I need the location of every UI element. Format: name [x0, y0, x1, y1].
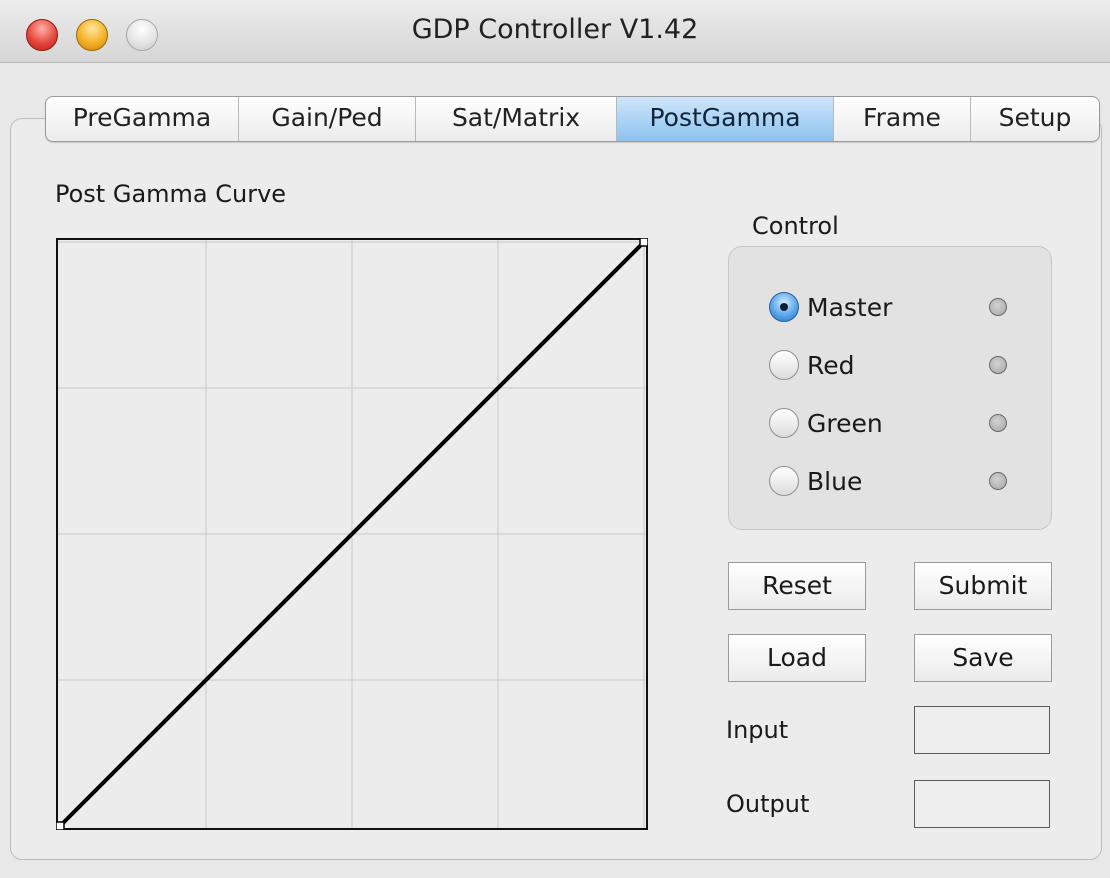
radio-master[interactable]: Master [769, 287, 1029, 327]
radio-red[interactable]: Red [769, 345, 1029, 385]
input-field[interactable] [914, 706, 1050, 754]
tab-setup[interactable]: Setup [971, 97, 1099, 141]
radio-button-master[interactable] [769, 292, 799, 322]
gamma-curve-plot[interactable] [56, 238, 648, 830]
submit-button[interactable]: Submit [914, 562, 1052, 610]
radio-button-blue[interactable] [769, 466, 799, 496]
curve-control-point [639, 238, 648, 247]
tab-bar: PreGamma Gain/Ped Sat/Matrix PostGamma F… [45, 96, 1100, 142]
load-button[interactable]: Load [728, 634, 866, 682]
red-indicator-led [989, 356, 1007, 374]
tab-postgamma[interactable]: PostGamma [617, 97, 834, 141]
reset-button[interactable]: Reset [728, 562, 866, 610]
radio-blue[interactable]: Blue [769, 461, 1029, 501]
output-field[interactable] [914, 780, 1050, 828]
input-label: Input [726, 716, 789, 744]
radio-label-master: Master [807, 292, 893, 322]
output-label: Output [726, 790, 810, 818]
gamma-curve-editor[interactable] [56, 238, 648, 830]
curve-title: Post Gamma Curve [55, 180, 287, 208]
tab-gain-ped[interactable]: Gain/Ped [239, 97, 416, 141]
green-indicator-led [989, 414, 1007, 432]
control-group-label: Control [752, 212, 839, 240]
title-bar: GDP Controller V1.42 [0, 0, 1110, 63]
window-title: GDP Controller V1.42 [411, 14, 699, 45]
radio-button-red[interactable] [769, 350, 799, 380]
radio-green[interactable]: Green [769, 403, 1029, 443]
tab-pregamma[interactable]: PreGamma [46, 97, 239, 141]
curve-control-point [56, 821, 65, 830]
radio-label-blue: Blue [807, 466, 863, 496]
radio-label-green: Green [807, 408, 883, 438]
radio-label-red: Red [807, 350, 855, 380]
tab-frame[interactable]: Frame [834, 97, 971, 141]
master-indicator-led [989, 298, 1007, 316]
radio-button-green[interactable] [769, 408, 799, 438]
tab-sat-matrix[interactable]: Sat/Matrix [416, 97, 617, 141]
blue-indicator-led [989, 472, 1007, 490]
control-group: Master Red Green Blue [728, 246, 1052, 530]
save-button[interactable]: Save [914, 634, 1052, 682]
